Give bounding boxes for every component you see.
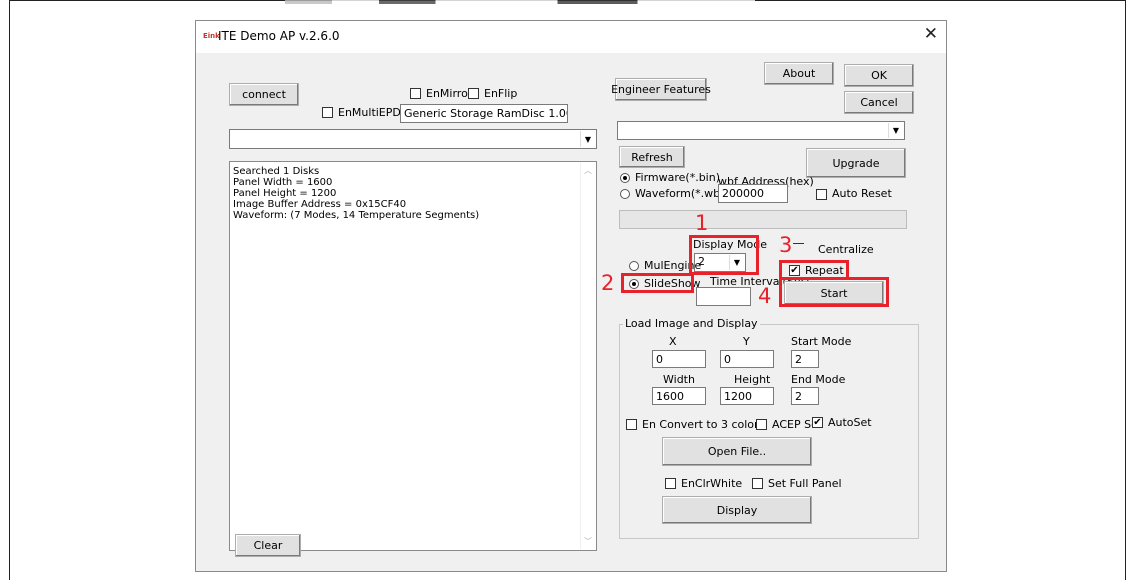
app-window: Eink ITE Demo AP v.2.6.0 ✕ connect EnMir… xyxy=(195,20,947,572)
end-mode-field[interactable]: 2 xyxy=(791,387,819,405)
device-select[interactable]: ▼ xyxy=(229,129,597,149)
connect-button[interactable]: connect xyxy=(229,83,299,106)
title-bar: Eink ITE Demo AP v.2.6.0 ✕ xyxy=(196,21,946,53)
width-label: Width xyxy=(663,373,695,386)
acep-set-checkbox[interactable] xyxy=(756,419,767,430)
y-field[interactable]: 0 xyxy=(720,350,774,368)
auto-reset-label: Auto Reset xyxy=(832,187,892,200)
enmultiepd-checkbox[interactable] xyxy=(322,107,333,118)
height-field[interactable]: 1200 xyxy=(720,387,774,405)
enflip-label: EnFlip xyxy=(484,87,518,100)
scroll-down-icon[interactable]: ﹀ xyxy=(584,536,592,547)
convert-3color-checkbox[interactable] xyxy=(626,419,637,430)
firmware-radio[interactable] xyxy=(620,173,630,183)
progress-bar xyxy=(619,210,907,229)
background-strip xyxy=(285,0,755,4)
x-field[interactable]: 0 xyxy=(652,350,706,368)
clear-button[interactable]: Clear xyxy=(235,534,301,557)
x-label: X xyxy=(669,335,677,348)
file-select[interactable]: ▼ xyxy=(617,121,905,140)
enmultiepd-label: EnMultiEPD xyxy=(338,106,401,119)
end-mode-label: End Mode xyxy=(791,373,846,386)
annotation-number-4: 4 xyxy=(758,284,772,308)
y-label: Y xyxy=(743,335,750,348)
load-image-group-title: Load Image and Display xyxy=(623,317,760,330)
log-line: Waveform: (7 Modes, 14 Temperature Segme… xyxy=(233,210,480,221)
log-line: Image Buffer Address = 0x15CF40 xyxy=(233,199,407,210)
time-interval-field[interactable] xyxy=(696,287,751,306)
upgrade-button[interactable]: Upgrade xyxy=(806,148,906,178)
firmware-label: Firmware(*.bin) xyxy=(635,171,721,184)
centralize-checkbox[interactable] xyxy=(793,243,804,254)
annotation-number-1: 1 xyxy=(695,211,709,235)
log-line: Panel Height = 1200 xyxy=(233,188,337,199)
set-full-panel-checkbox[interactable] xyxy=(752,478,763,489)
open-file-button[interactable]: Open File.. xyxy=(662,437,812,466)
close-icon[interactable]: ✕ xyxy=(924,26,938,43)
waveform-radio[interactable] xyxy=(620,189,630,199)
cancel-button[interactable]: Cancel xyxy=(844,91,914,114)
annotation-number-3: 3 xyxy=(779,233,793,257)
autoset-label: AutoSet xyxy=(828,416,872,429)
waveform-label: Waveform(*.wbf) xyxy=(635,187,729,200)
refresh-button[interactable]: Refresh xyxy=(619,146,685,168)
height-label: Height xyxy=(734,373,771,386)
annotation-box-slideshow xyxy=(621,273,694,293)
convert-3color-label: En Convert to 3 color xyxy=(642,418,759,431)
width-field[interactable]: 1600 xyxy=(652,387,706,405)
auto-reset-checkbox[interactable] xyxy=(816,189,827,200)
chevron-down-icon[interactable]: ▼ xyxy=(888,123,903,138)
enflip-checkbox[interactable] xyxy=(468,88,479,99)
annotation-box-start xyxy=(779,277,889,307)
mulengine-radio[interactable] xyxy=(629,261,639,271)
log-scrollbar[interactable]: ︿ ﹀ xyxy=(580,162,596,550)
chevron-down-icon[interactable]: ▼ xyxy=(580,131,595,147)
display-button[interactable]: Display xyxy=(662,496,812,524)
wbf-address-field[interactable]: 200000 xyxy=(718,184,788,203)
enmirror-checkbox[interactable] xyxy=(410,88,421,99)
device-name-field[interactable]: Generic Storage RamDisc 1.00 xyxy=(400,104,568,123)
start-mode-field[interactable]: 2 xyxy=(791,350,819,368)
window-title: ITE Demo AP v.2.6.0 xyxy=(218,29,340,43)
centralize-label: Centralize xyxy=(818,243,874,256)
enmirror-label: EnMirror xyxy=(426,87,473,100)
annotation-number-2: 2 xyxy=(601,271,615,295)
engineer-features-button[interactable]: Engineer Features xyxy=(611,78,711,101)
log-line: Searched 1 Disks xyxy=(233,166,320,177)
ok-button[interactable]: OK xyxy=(844,64,914,87)
about-button[interactable]: About xyxy=(764,62,834,85)
set-full-panel-label: Set Full Panel xyxy=(768,477,842,490)
enclrwhite-checkbox[interactable] xyxy=(665,478,676,489)
annotation-box-display-mode xyxy=(689,235,759,275)
log-line: Panel Width = 1600 xyxy=(233,177,333,188)
log-lines: Searched 1 Disks Panel Width = 1600 Pane… xyxy=(230,162,596,221)
autoset-checkbox[interactable]: ✔ xyxy=(812,417,823,428)
start-mode-label: Start Mode xyxy=(791,335,852,348)
scroll-up-icon[interactable]: ︿ xyxy=(584,165,592,176)
enclrwhite-label: EnClrWhite xyxy=(681,477,743,490)
log-output[interactable]: Searched 1 Disks Panel Width = 1600 Pane… xyxy=(229,161,597,551)
